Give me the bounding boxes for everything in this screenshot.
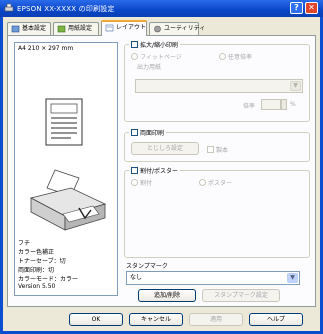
title-bar: EPSON XX-XXXX の印刷設定 ? ✕ xyxy=(0,0,323,17)
custom-ratio-radio[interactable] xyxy=(219,53,226,60)
info-line: カラー色補正 xyxy=(18,249,55,256)
tab-paper[interactable]: 用紙設定 xyxy=(53,22,99,35)
n-up-option[interactable]: 割付 xyxy=(131,178,152,187)
help-button[interactable]: ヘルプ xyxy=(249,313,303,326)
output-paper-label: 出力用紙 xyxy=(137,64,162,71)
enlarge-reduce-header: 拡大/縮小印刷 xyxy=(129,40,181,49)
stamp-mark-title: スタンプマーク xyxy=(126,263,168,270)
layout-icon xyxy=(105,24,114,32)
duplex-group: 両面印刷 とじしろ設定 製本 xyxy=(124,128,310,162)
fit-page-label: フィットページ xyxy=(140,54,182,61)
ratio-input[interactable] xyxy=(261,99,281,110)
chevron-down-icon: ▼ xyxy=(287,273,298,283)
info-line: フチ xyxy=(18,240,31,247)
help-title-button[interactable]: ? xyxy=(290,2,303,14)
info-line: 両面印刷：切 xyxy=(18,267,55,274)
apply-button[interactable]: 適用 xyxy=(189,313,243,326)
tab-utility-label: ユーティリティ xyxy=(164,25,206,32)
printer-icon xyxy=(29,169,107,231)
utility-icon xyxy=(154,25,161,33)
tab-paper-label: 用紙設定 xyxy=(68,25,93,32)
booklet-label: 製本 xyxy=(216,147,229,154)
poster-option[interactable]: ポスター xyxy=(199,178,232,187)
print-info: フチ カラー色補正 トナーセーブ：切 両面印刷：切 カラーモード：カラー xyxy=(18,239,78,284)
tab-layout[interactable]: レイアウト xyxy=(101,20,147,36)
ratio-unit: % xyxy=(290,101,296,108)
ratio-label: 倍率 xyxy=(243,103,256,110)
paper-settings-icon xyxy=(57,25,66,33)
binding-margin-button[interactable]: とじしろ設定 xyxy=(131,142,199,155)
window-title: EPSON XX-XXXX の印刷設定 xyxy=(17,5,115,13)
fit-page-option[interactable]: フィットページ xyxy=(131,52,182,61)
booklet-option[interactable]: 製本 xyxy=(207,145,228,154)
poster-label: ポスター xyxy=(208,180,233,187)
multipage-checkbox[interactable] xyxy=(131,167,138,174)
multipage-header: 割付/ポスター xyxy=(129,166,181,175)
tab-basic-label: 基本設定 xyxy=(22,25,47,32)
booklet-checkbox[interactable] xyxy=(207,146,214,153)
multipage-title: 割付/ポスター xyxy=(140,168,179,175)
multipage-group: 割付/ポスター 割付 ポスター xyxy=(124,166,310,258)
layout-panel: A4 210 × 297 mm フチ カラー色補正 トナーセーブ：切 両面印刷：… xyxy=(7,35,316,307)
duplex-checkbox[interactable] xyxy=(131,129,138,136)
enlarge-reduce-title: 拡大/縮小印刷 xyxy=(140,42,179,49)
page-preview-icon xyxy=(45,98,83,146)
duplex-title: 両面印刷 xyxy=(140,130,165,137)
version-text: Version 5.50 xyxy=(18,283,56,290)
duplex-header: 両面印刷 xyxy=(129,128,167,137)
ok-button[interactable]: OK xyxy=(69,313,123,326)
tab-basic[interactable]: 基本設定 xyxy=(7,22,51,35)
stamp-mark-group: スタンプマーク なし ▼ 追加/削除 スタンプマーク設定 xyxy=(124,263,310,302)
enlarge-reduce-checkbox[interactable] xyxy=(131,41,138,48)
paper-size-text: A4 210 × 297 mm xyxy=(18,45,74,52)
stamp-settings-button[interactable]: スタンプマーク設定 xyxy=(202,289,280,302)
preview-pane: A4 210 × 297 mm フチ カラー色補正 トナーセーブ：切 両面印刷：… xyxy=(14,42,118,296)
stamp-add-remove-button[interactable]: 追加/削除 xyxy=(138,289,196,302)
stamp-mark-value: なし xyxy=(130,274,143,281)
cancel-button[interactable]: キャンセル xyxy=(129,313,183,326)
printer-app-icon xyxy=(4,3,14,12)
poster-radio[interactable] xyxy=(199,179,206,186)
info-line: トナーセーブ：切 xyxy=(18,258,66,265)
tab-utility[interactable]: ユーティリティ xyxy=(149,22,205,35)
basic-settings-icon xyxy=(11,25,20,33)
tab-layout-label: レイアウト xyxy=(116,24,147,31)
n-up-radio[interactable] xyxy=(131,179,138,186)
output-paper-select[interactable]: ▼ xyxy=(135,79,303,93)
stamp-mark-select[interactable]: なし ▼ xyxy=(126,271,300,285)
custom-ratio-label: 任意倍率 xyxy=(228,54,253,61)
enlarge-reduce-group: 拡大/縮小印刷 フィットページ 任意倍率 出力用紙 ▼ 倍率 % xyxy=(124,40,310,122)
fit-page-radio[interactable] xyxy=(131,53,138,60)
ratio-spinner[interactable] xyxy=(281,99,287,110)
chevron-down-icon: ▼ xyxy=(290,81,301,91)
dialog-body: 基本設定 用紙設定 レイアウト ユーティリティ A4 210 × 297 mm xyxy=(0,17,323,334)
custom-ratio-option[interactable]: 任意倍率 xyxy=(219,52,252,61)
n-up-label: 割付 xyxy=(140,180,153,187)
close-button[interactable]: ✕ xyxy=(305,2,318,14)
